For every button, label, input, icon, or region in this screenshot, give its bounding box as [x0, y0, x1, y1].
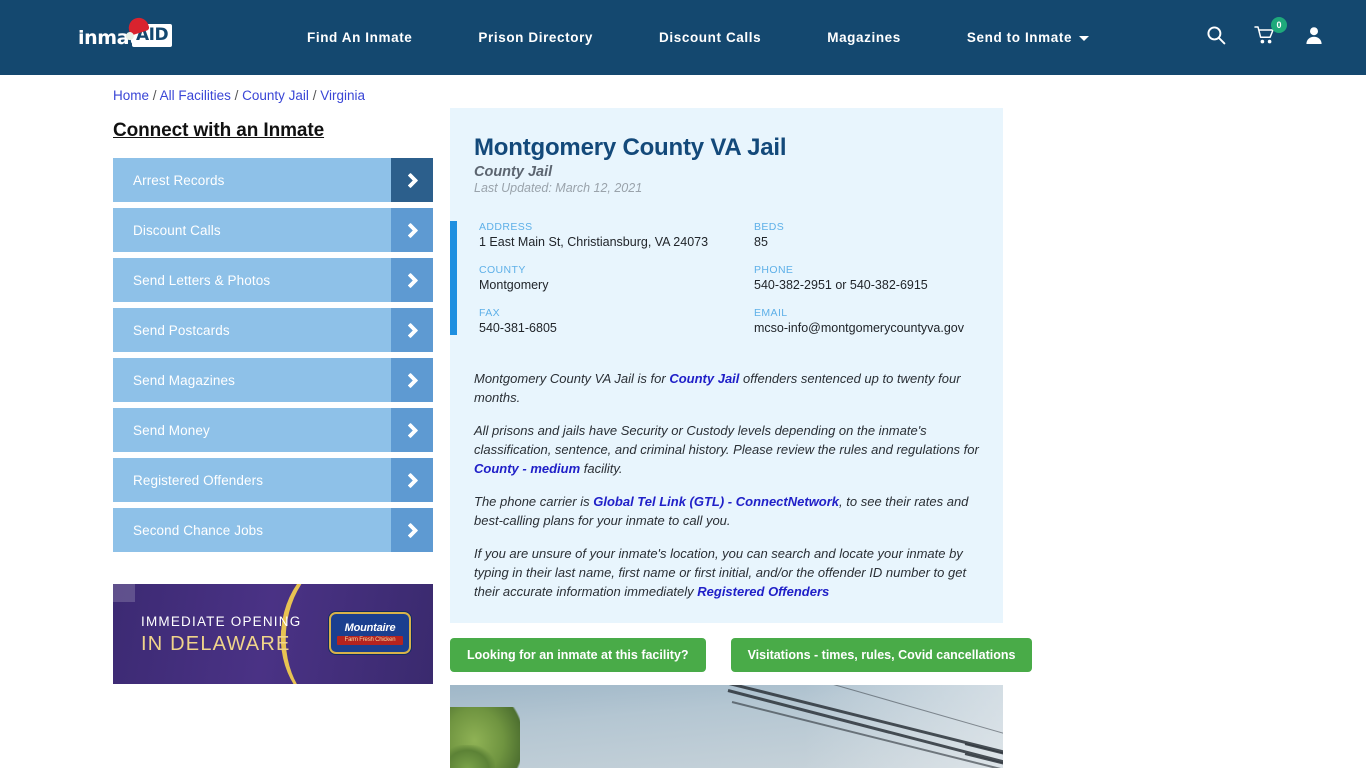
- detail-county: COUNTY Montgomery: [479, 264, 754, 292]
- detail-phone: PHONE 540-382-2951 or 540-382-6915: [754, 264, 985, 292]
- ad-brand-logo: Mountaire Farm Fresh Chicken: [329, 612, 411, 654]
- detail-label: ADDRESS: [479, 221, 533, 233]
- inline-link[interactable]: County Jail: [669, 371, 739, 386]
- site-logo[interactable]: inmate AID: [78, 14, 182, 55]
- detail-label: FAX: [479, 307, 501, 319]
- ad-corner-decoration: [113, 584, 135, 602]
- nav-item-prison-directory[interactable]: Prison Directory: [445, 30, 626, 45]
- breadcrumb-item-all-facilities[interactable]: All Facilities: [160, 88, 231, 103]
- breadcrumb: Home / All Facilities / County Jail / Vi…: [113, 88, 365, 103]
- description-paragraph: The phone carrier is Global Tel Link (GT…: [474, 492, 979, 530]
- nav-item-send-to-inmate[interactable]: Send to Inmate: [934, 30, 1122, 45]
- description-paragraph: All prisons and jails have Security or C…: [474, 421, 979, 478]
- nav-item-magazines[interactable]: Magazines: [794, 30, 934, 45]
- chevron-right-icon: [391, 308, 433, 352]
- sidebar-item-second-chance-jobs[interactable]: Second Chance Jobs: [113, 508, 433, 552]
- chevron-right-icon: [391, 458, 433, 502]
- ad-headline-line1: IMMEDIATE OPENING: [141, 614, 302, 629]
- breadcrumb-item-home[interactable]: Home: [113, 88, 149, 103]
- facility-type: County Jail: [474, 164, 553, 180]
- breadcrumb-item-county-jail[interactable]: County Jail: [242, 88, 309, 103]
- page-body: Home / All Facilities / County Jail / Vi…: [0, 75, 1366, 768]
- inline-link[interactable]: Registered Offenders: [697, 584, 829, 599]
- detail-label: PHONE: [754, 264, 794, 276]
- sidebar-item-label: Registered Offenders: [133, 472, 264, 488]
- visitations-button[interactable]: Visitations - times, rules, Covid cancel…: [730, 638, 1033, 672]
- chevron-right-icon: [391, 358, 433, 402]
- detail-value: 540-382-2951 or 540-382-6915: [754, 278, 928, 292]
- detail-value: 1 East Main St, Christiansburg, VA 24073: [479, 235, 709, 249]
- chevron-right-icon: [391, 158, 433, 202]
- sidebar-item-send-money[interactable]: Send Money: [113, 408, 433, 452]
- sidebar-item-send-magazines[interactable]: Send Magazines: [113, 358, 433, 402]
- detail-label: EMAIL: [754, 307, 788, 319]
- sidebar-item-label: Second Chance Jobs: [133, 522, 264, 538]
- detail-value: Montgomery: [479, 278, 549, 292]
- ad-headline-line2: IN DELAWARE: [141, 633, 291, 655]
- sidebar-item-label: Arrest Records: [133, 172, 225, 188]
- cart-icon[interactable]: 0: [1254, 17, 1287, 50]
- sidebar-item-registered-offenders[interactable]: Registered Offenders: [113, 458, 433, 502]
- facility-description: Montgomery County VA Jail is for County …: [474, 369, 979, 601]
- detail-fax: FAX 540-381-6805: [479, 307, 754, 335]
- chevron-right-icon: [391, 408, 433, 452]
- breadcrumb-item-virginia[interactable]: Virginia: [320, 88, 365, 103]
- detail-value: 85: [754, 235, 768, 249]
- detail-email: EMAIL mcso-info@montgomerycountyva.gov: [754, 307, 985, 335]
- description-paragraph: If you are unsure of your inmate's locat…: [474, 544, 979, 601]
- tree-foliage-lower: [450, 745, 495, 768]
- header-icon-group: 0: [1206, 17, 1336, 50]
- main-navigation: Find An Inmate Prison Directory Discount…: [274, 30, 1122, 45]
- sidebar-item-label: Send Postcards: [133, 322, 230, 338]
- chevron-right-icon: [391, 258, 433, 302]
- accent-bar: [450, 221, 457, 335]
- inline-link[interactable]: Global Tel Link (GTL) - ConnectNetwork: [593, 494, 839, 509]
- sidebar-item-label: Send Magazines: [133, 372, 235, 388]
- page-title: Montgomery County VA Jail: [474, 134, 787, 161]
- nav-item-find-an-inmate[interactable]: Find An Inmate: [274, 30, 445, 45]
- paragraph-text: All prisons and jails have Security or C…: [474, 423, 979, 457]
- sidebar-item-arrest-records[interactable]: Arrest Records: [113, 158, 433, 202]
- site-header: inmate AID Find An Inmate Prison Directo…: [0, 0, 1366, 75]
- nav-item-discount-calls[interactable]: Discount Calls: [626, 30, 794, 45]
- detail-label: BEDS: [754, 221, 785, 233]
- detail-address: ADDRESS 1 East Main St, Christiansburg, …: [479, 221, 754, 249]
- sidebar-title: Connect with an Inmate: [113, 120, 325, 141]
- sidebar-item-label: Send Letters & Photos: [133, 272, 271, 288]
- facility-details-section: ADDRESS 1 East Main St, Christiansburg, …: [450, 221, 1003, 335]
- detail-label: COUNTY: [479, 264, 526, 276]
- paragraph-text: The phone carrier is: [474, 494, 594, 509]
- facility-photo: [450, 685, 1003, 768]
- detail-value: 540-381-6805: [479, 321, 557, 335]
- paragraph-text: facility.: [580, 461, 623, 476]
- find-inmate-button[interactable]: Looking for an inmate at this facility?: [450, 638, 706, 672]
- main-content: Montgomery County VA Jail County Jail La…: [450, 75, 1033, 768]
- ad-brand-name: Mountaire: [344, 621, 396, 634]
- sidebar-item-send-postcards[interactable]: Send Postcards: [113, 308, 433, 352]
- cta-button-row: Looking for an inmate at this facility? …: [450, 638, 1033, 672]
- facility-info-card: Montgomery County VA Jail County Jail La…: [450, 108, 1003, 623]
- chevron-right-icon: [391, 208, 433, 252]
- sidebar-item-send-letters-photos[interactable]: Send Letters & Photos: [113, 258, 433, 302]
- cart-count-badge: 0: [1271, 17, 1287, 33]
- breadcrumb-separator: /: [312, 88, 317, 103]
- inline-link[interactable]: County - medium: [474, 461, 580, 476]
- chevron-right-icon: [391, 508, 433, 552]
- sidebar-advertisement[interactable]: IMMEDIATE OPENING IN DELAWARE Mountaire …: [113, 584, 433, 684]
- sidebar-item-discount-calls[interactable]: Discount Calls: [113, 208, 433, 252]
- sidebar-item-label: Discount Calls: [133, 222, 221, 238]
- user-account-icon[interactable]: [1304, 25, 1324, 50]
- search-icon[interactable]: [1206, 25, 1226, 50]
- detail-beds: BEDS 85: [754, 221, 985, 249]
- sidebar-item-label: Send Money: [133, 422, 210, 438]
- breadcrumb-separator: /: [234, 88, 239, 103]
- facility-details-grid: ADDRESS 1 East Main St, Christiansburg, …: [479, 221, 1003, 335]
- paragraph-text: Montgomery County VA Jail is for: [474, 371, 670, 386]
- description-paragraph: Montgomery County VA Jail is for County …: [474, 369, 979, 407]
- detail-value: mcso-info@montgomerycountyva.gov: [754, 321, 964, 335]
- ad-brand-tagline: Farm Fresh Chicken: [337, 635, 403, 645]
- breadcrumb-separator: /: [152, 88, 157, 103]
- facility-last-updated: Last Updated: March 12, 2021: [474, 181, 643, 195]
- sidebar: Connect with an Inmate Arrest Records Di…: [113, 75, 433, 768]
